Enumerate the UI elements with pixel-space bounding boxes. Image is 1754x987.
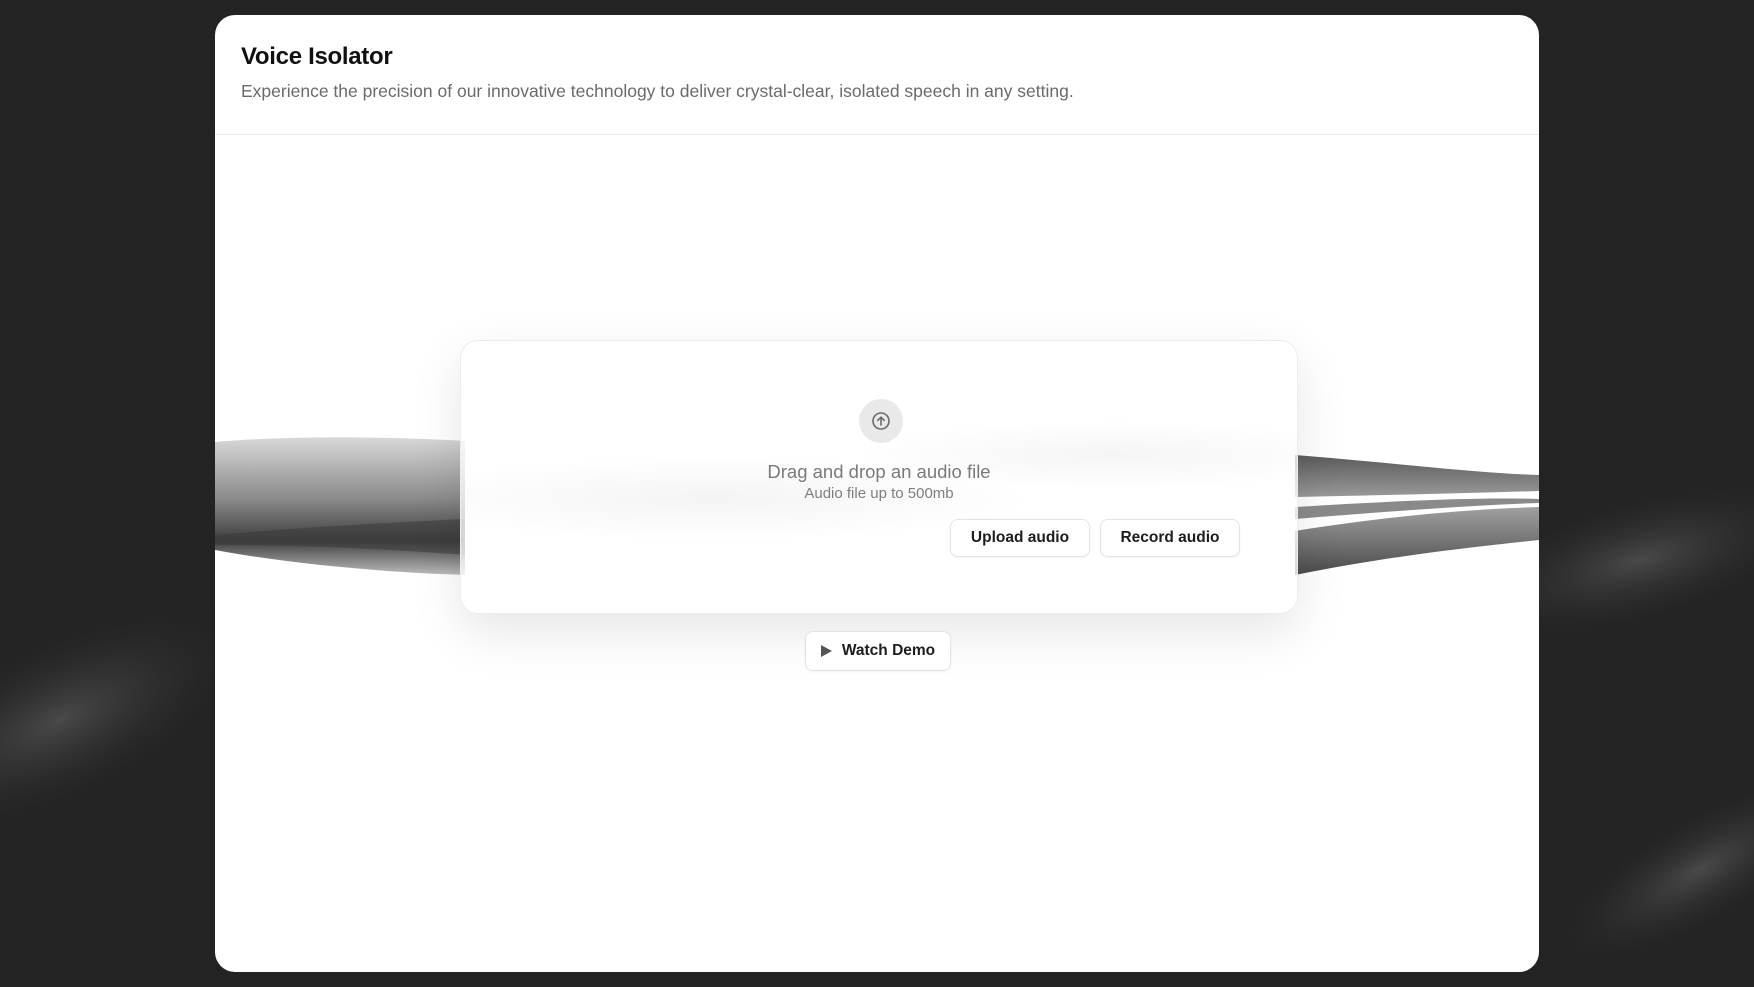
page-header: Voice Isolator Experience the precision …: [215, 15, 1539, 135]
watch-demo-button[interactable]: Watch Demo: [805, 631, 951, 671]
page-subtitle: Experience the precision of our innovati…: [241, 81, 1074, 101]
audio-dropzone[interactable]: Drag and drop an audio file Audio file u…: [460, 340, 1298, 614]
play-icon: [820, 645, 832, 657]
upload-audio-button[interactable]: Upload audio: [950, 519, 1090, 557]
dropzone-title: Drag and drop an audio file: [767, 461, 991, 482]
watch-demo-label: Watch Demo: [841, 642, 936, 659]
record-audio-button[interactable]: Record audio: [1100, 519, 1240, 557]
voice-isolator-panel: Voice Isolator Experience the precision …: [215, 15, 1539, 972]
dropzone-subtitle: Audio file up to 500mb: [804, 485, 954, 502]
upload-arrow-icon: [859, 399, 903, 443]
page-title: Voice Isolator: [241, 43, 393, 70]
